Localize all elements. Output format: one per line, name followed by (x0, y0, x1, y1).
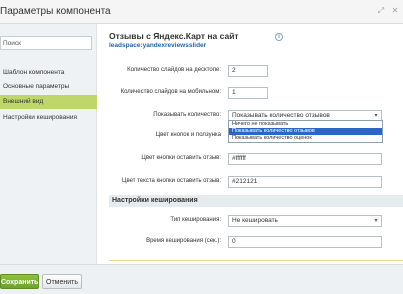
info-icon[interactable]: i (275, 33, 283, 41)
show-count-dropdown[interactable]: Ничего не показывать Показывать количест… (228, 120, 383, 143)
slides-mobile-input[interactable]: 1 (228, 87, 268, 99)
component-code: leadspace:yandexreviewsslider (109, 42, 207, 49)
show-count-label: Показывать количество: (153, 112, 221, 118)
leave-btn-text-color-input[interactable]: #212121 (228, 176, 382, 188)
search-field[interactable] (0, 36, 92, 50)
search-input[interactable] (1, 37, 91, 49)
expand-icon[interactable]: ⤢ (376, 6, 386, 16)
leave-btn-text-color-label: Цвет текста кнопки оставить отзыв: (122, 178, 221, 184)
show-count-value: Показывать количество отзывов (232, 112, 330, 119)
slides-desktop-label: Количество слайдов на десктопе: (127, 67, 221, 73)
footer: Сохранить Отменить (0, 264, 403, 294)
close-icon[interactable]: ✕ (390, 6, 400, 16)
chevron-down-icon[interactable]: ▾ (372, 217, 380, 225)
cache-type-label: Тип кеширования: (170, 217, 221, 223)
cache-time-label: Время кеширования (сек.): (146, 238, 221, 244)
leave-btn-color-input[interactable]: #ffffff (228, 153, 382, 165)
title-bar: Параметры компонента ⤢ ✕ (0, 0, 403, 24)
sidebar-item-template[interactable]: Шаблон компонента (0, 66, 97, 80)
main-panel: Отзывы с Яндекс.Карт на сайт i leadspace… (97, 24, 403, 264)
sidebar-item-appearance[interactable]: Внешний вид (0, 95, 97, 109)
component-title: Отзывы с Яндекс.Карт на сайт (109, 31, 239, 41)
leave-btn-color-label: Цвет кнопки оставить отзыв: (141, 155, 221, 161)
btn-color-label: Цвет кнопок и ползунка (155, 132, 221, 138)
sidebar-item-caching[interactable]: Настройки кеширования (0, 111, 97, 125)
cache-time-input[interactable]: 0 (228, 236, 382, 248)
slides-mobile-label: Количество слайдов на мобильном: (120, 89, 221, 95)
sidebar-item-main-params[interactable]: Основные параметры (0, 80, 97, 94)
chevron-down-icon[interactable]: ▾ (372, 112, 380, 120)
window-title: Параметры компонента (0, 6, 111, 17)
save-button[interactable]: Сохранить (0, 274, 39, 289)
cache-type-value: Не кешировать (232, 217, 278, 224)
divider (109, 260, 403, 261)
caching-section-title: Настройки кеширования (112, 197, 198, 204)
dropdown-option-selected[interactable]: Показывать количество отзывов (229, 128, 382, 135)
cache-type-select[interactable]: Не кешировать ▾ (228, 215, 382, 227)
cancel-button[interactable]: Отменить (42, 274, 82, 289)
dropdown-option[interactable]: Показывать количество оценок (229, 135, 382, 142)
caching-section-header: Настройки кеширования (109, 195, 403, 207)
slides-desktop-input[interactable]: 2 (228, 65, 268, 77)
sidebar: Шаблон компонента Основные параметры Вне… (0, 24, 97, 264)
dropdown-option[interactable]: Ничего не показывать (229, 121, 382, 128)
